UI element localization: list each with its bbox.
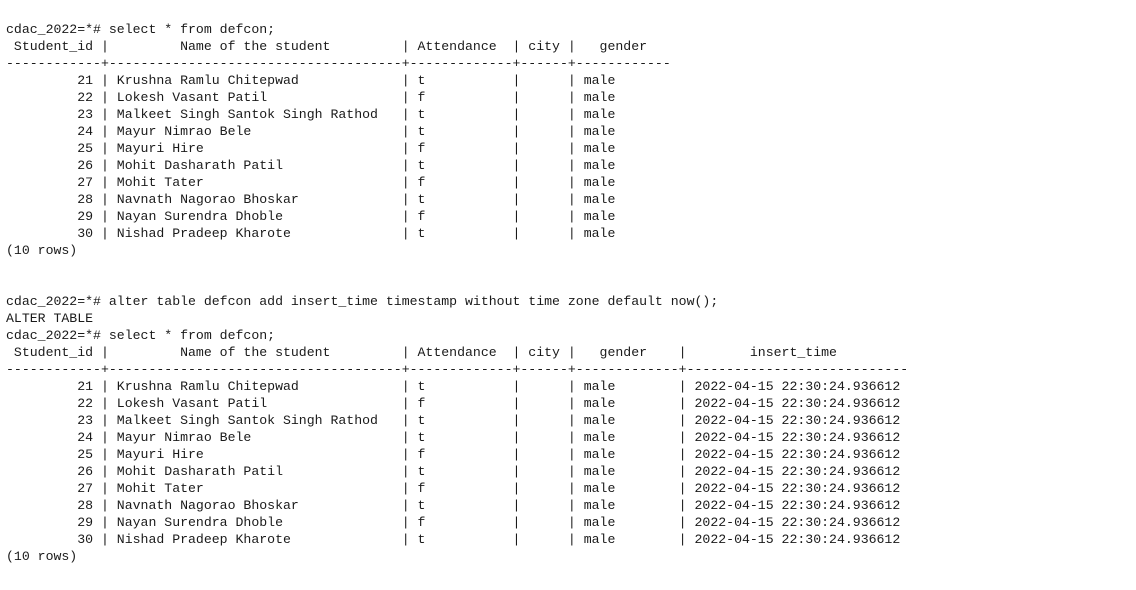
terminal-output[interactable]: cdac_2022=*# select * from defcon; Stude… bbox=[0, 0, 1136, 590]
table-row: 27 | Mohit Tater | f | | male | 2022-04-… bbox=[6, 481, 901, 496]
table-row: 28 | Navnath Nagorao Bhoskar | t | | mal… bbox=[6, 192, 616, 207]
table-row: 25 | Mayuri Hire | f | | male bbox=[6, 141, 616, 156]
row-count: (10 rows) bbox=[6, 549, 78, 564]
prompt-command-alter: cdac_2022=*# alter table defcon add inse… bbox=[6, 294, 719, 309]
table-row: 26 | Mohit Dasharath Patil | t | | male … bbox=[6, 464, 901, 479]
table-row: 24 | Mayur Nimrao Bele | t | | male | 20… bbox=[6, 430, 901, 445]
table-row: 30 | Nishad Pradeep Kharote | t | | male bbox=[6, 226, 616, 241]
command-result: ALTER TABLE bbox=[6, 311, 94, 326]
table-row: 29 | Nayan Surendra Dhoble | f | | male bbox=[6, 209, 616, 224]
table-row: 21 | Krushna Ramlu Chitepwad | t | | mal… bbox=[6, 379, 901, 394]
table-row: 28 | Navnath Nagorao Bhoskar | t | | mal… bbox=[6, 498, 901, 513]
table-row: 25 | Mayuri Hire | f | | male | 2022-04-… bbox=[6, 447, 901, 462]
table-separator: ------------+---------------------------… bbox=[6, 56, 671, 71]
table-row: 29 | Nayan Surendra Dhoble | f | | male … bbox=[6, 515, 901, 530]
table-header: Student_id | Name of the student | Atten… bbox=[6, 345, 837, 360]
prompt-command-select: cdac_2022=*# select * from defcon; bbox=[6, 22, 276, 37]
table-row: 23 | Malkeet Singh Santok Singh Rathod |… bbox=[6, 107, 616, 122]
table-row: 30 | Nishad Pradeep Kharote | t | | male… bbox=[6, 532, 901, 547]
table-row: 22 | Lokesh Vasant Patil | f | | male bbox=[6, 90, 616, 105]
table-header: Student_id | Name of the student | Atten… bbox=[6, 39, 648, 54]
row-count: (10 rows) bbox=[6, 243, 78, 258]
table-row: 27 | Mohit Tater | f | | male bbox=[6, 175, 616, 190]
table-row: 22 | Lokesh Vasant Patil | f | | male | … bbox=[6, 396, 901, 411]
table-row: 21 | Krushna Ramlu Chitepwad | t | | mal… bbox=[6, 73, 616, 88]
table-separator: ------------+---------------------------… bbox=[6, 362, 909, 377]
table-row: 26 | Mohit Dasharath Patil | t | | male bbox=[6, 158, 616, 173]
prompt-command-select: cdac_2022=*# select * from defcon; bbox=[6, 328, 276, 343]
table-row: 23 | Malkeet Singh Santok Singh Rathod |… bbox=[6, 413, 901, 428]
table-row: 24 | Mayur Nimrao Bele | t | | male bbox=[6, 124, 616, 139]
